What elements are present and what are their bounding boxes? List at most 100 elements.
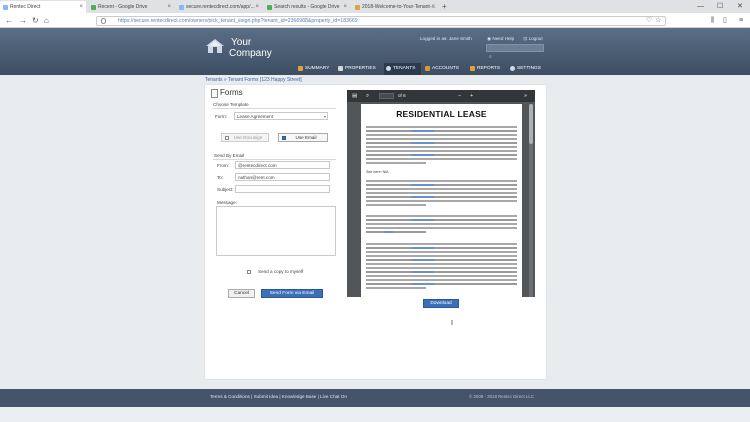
tab-label: secure.rentecdirect.com/app/... — [186, 4, 255, 10]
zoom-out-icon[interactable]: − — [458, 90, 461, 102]
browser-tab-welcome[interactable]: 2018-Welcome-to-Your-Tenant-... × — [352, 1, 438, 13]
document-text-line — [366, 192, 517, 194]
close-window-icon[interactable]: ✕ — [737, 0, 743, 13]
close-tab-icon[interactable]: × — [343, 1, 347, 13]
use-email-button[interactable]: Use Email — [278, 133, 328, 142]
breadcrumb[interactable]: Tenants » Tenant Forms [123 Happy Street… — [205, 77, 302, 83]
divider — [213, 108, 336, 109]
menu-tab-properties[interactable]: PROPERTIES — [336, 63, 382, 75]
menu-tab-reports[interactable]: REPORTS — [468, 63, 506, 75]
use-email-checkbox[interactable] — [282, 136, 286, 140]
page-title: Forms — [220, 88, 243, 97]
document-see-here: See here: N/A — [366, 170, 389, 174]
from-field[interactable]: @rentecdirect.com — [235, 161, 330, 169]
new-tab-button[interactable]: + — [442, 0, 447, 13]
page-number-input[interactable] — [379, 93, 394, 99]
gear-icon — [510, 66, 515, 71]
tab-label: Search results - Google Drive — [274, 4, 340, 10]
browser-tab-secure[interactable]: secure.rentecdirect.com/app/... × — [176, 1, 262, 13]
menu-tab-label: TENANTS — [393, 66, 416, 71]
document-text-line — [366, 150, 517, 152]
document-text-line — [366, 227, 517, 229]
document-text-line — [366, 279, 517, 281]
to-field[interactable]: nathan@rent.com — [235, 173, 330, 181]
document-text-line — [366, 283, 517, 285]
use-email-label: Use Email — [295, 135, 317, 140]
document-text-line — [366, 255, 517, 257]
form-select[interactable]: Lease Agreement ▾ — [234, 112, 328, 120]
document-text-line — [366, 263, 517, 265]
maximize-icon[interactable]: ☐ — [717, 0, 723, 13]
logout-link[interactable]: Logout — [529, 36, 543, 41]
from-label: From: — [217, 163, 229, 168]
menu-icon[interactable]: ≡ — [739, 15, 743, 27]
logo-line-1: Your — [231, 37, 252, 48]
document-text-line — [366, 162, 426, 164]
drive-favicon-icon — [91, 5, 96, 10]
pdf-tools-icon[interactable]: » — [524, 90, 527, 102]
summary-icon — [298, 66, 303, 71]
copy-myself-checkbox[interactable] — [247, 270, 251, 274]
help-icon[interactable]: ◉ — [487, 36, 491, 41]
people-icon — [386, 66, 391, 71]
send-form-button[interactable]: Send Form via Email — [261, 289, 323, 298]
back-icon[interactable]: ← — [5, 14, 13, 27]
document-text-line — [366, 180, 517, 182]
use-docusign-label: Use Docusign — [233, 135, 263, 140]
document-text-line — [366, 142, 517, 144]
reload-icon[interactable]: ↻ — [32, 14, 39, 27]
close-tab-icon[interactable]: × — [255, 1, 259, 13]
document-text-line — [366, 223, 517, 225]
pocket-icon[interactable]: ♡ — [646, 15, 652, 27]
subject-field[interactable] — [235, 185, 330, 193]
close-tab-icon[interactable]: × — [79, 1, 83, 13]
subject-label: Subject: — [217, 187, 234, 192]
close-tab-icon[interactable]: × — [431, 1, 435, 13]
forward-icon[interactable]: → — [19, 14, 27, 27]
info-icon[interactable] — [101, 18, 106, 24]
form-select-value: Lease Agreement — [237, 114, 274, 119]
download-button[interactable]: Download — [423, 299, 459, 308]
menu-tab-summary[interactable]: SUMMARY — [296, 63, 336, 75]
library-icon[interactable]: ⫼ — [711, 15, 714, 27]
menu-tab-settings[interactable]: SETTINGS — [508, 63, 548, 75]
favicon-icon — [3, 5, 8, 10]
browser-tab-drive-recent[interactable]: Recent - Google Drive × — [88, 1, 174, 13]
document-text-line — [366, 231, 426, 233]
forms-document-icon — [211, 89, 218, 98]
document-text-line — [366, 204, 426, 206]
sidebar-toggle-icon[interactable]: ▤ — [352, 90, 357, 102]
docusign-checkbox[interactable] — [225, 136, 229, 140]
bookmark-star-icon[interactable]: ☆ — [655, 15, 661, 27]
document-text-line — [366, 200, 517, 202]
menu-tab-tenants[interactable]: TENANTS — [384, 63, 421, 75]
doc-favicon-icon — [355, 5, 360, 10]
document-text-line — [366, 243, 517, 245]
menu-tab-label: SETTINGS — [517, 66, 541, 71]
minimize-icon[interactable]: — — [697, 0, 704, 13]
need-help-link[interactable]: Need Help — [492, 36, 514, 41]
browser-tab-rentec[interactable]: Rentec Direct × — [0, 1, 86, 13]
document-title: RESIDENTIAL LEASE — [396, 109, 487, 119]
logout-icon[interactable]: ⊡ — [523, 36, 527, 41]
use-docusign-button[interactable]: Use Docusign — [221, 133, 269, 142]
document-text-line — [366, 126, 517, 128]
copyright-text: © 2008 - 2018 Rentec Direct LLC — [469, 394, 534, 399]
zoom-in-icon[interactable]: + — [470, 90, 473, 102]
url-text: https://secure.rentecdirect.com/owners/p… — [118, 18, 358, 24]
document-text-line — [366, 154, 517, 156]
page-bottom — [0, 407, 750, 422]
sidebar-icon[interactable]: ▯ — [723, 15, 727, 27]
menu-tab-label: SUMMARY — [305, 66, 330, 71]
home-icon[interactable]: ⌂ — [44, 14, 49, 27]
site-search-input[interactable]: ⌕ — [486, 44, 544, 60]
close-tab-icon[interactable]: × — [167, 1, 171, 13]
pdf-scroll-thumb[interactable] — [529, 104, 533, 144]
menu-tab-accounts[interactable]: ACCOUNTS — [423, 63, 466, 75]
message-textarea[interactable] — [216, 206, 336, 256]
pdf-search-icon[interactable]: ⌕ — [366, 90, 369, 102]
page-count: of 6 — [398, 93, 406, 98]
footer-links[interactable]: Terms & Conditions | Submit Idea | Knowl… — [210, 389, 347, 405]
browser-tab-drive-search[interactable]: Search results - Google Drive × — [264, 1, 350, 13]
cancel-button[interactable]: Cancel — [228, 289, 255, 298]
